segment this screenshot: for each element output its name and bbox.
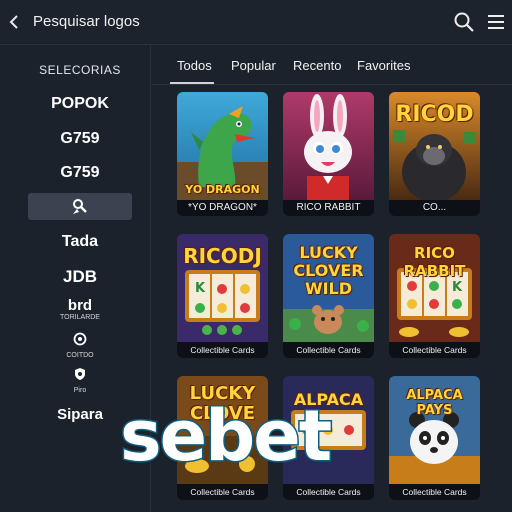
- search-icon[interactable]: [452, 10, 476, 34]
- coitdo-logo-subtext: COITDO: [66, 352, 94, 359]
- brand-watermark: sebet: [119, 394, 334, 479]
- svg-text:K: K: [195, 281, 206, 296]
- brd-logo-subtext: TORILARDE: [60, 314, 100, 321]
- piro-logo-subtext: Piro: [73, 387, 87, 394]
- alpaca-pays-art-title: ALPACA PAYS: [406, 388, 463, 418]
- art-title-line-3: WILD: [304, 279, 353, 298]
- tab-recento[interactable]: Recento: [293, 58, 341, 73]
- brd-logo-text: brd: [67, 297, 93, 314]
- svg-text:K: K: [452, 280, 463, 295]
- game-card-rico-rabbit-slot[interactable]: K RICO RABBIT Collectible Cards: [389, 234, 480, 358]
- art-title-line-2: CLOVER: [293, 261, 364, 280]
- sidebar-item-popok[interactable]: POPOK: [0, 95, 160, 113]
- art-title-line-1: LUCKY: [299, 243, 358, 262]
- sidebar-item-jdb[interactable]: JDB: [0, 267, 160, 287]
- gear-circle-icon: [73, 332, 87, 346]
- rico-rabbit-slot-art-title: RICO RABBIT: [403, 244, 466, 280]
- game-card-ricodj[interactable]: K RICODJ Collectible Cards: [177, 234, 268, 358]
- tab-todos[interactable]: Todos: [177, 58, 212, 73]
- card-label: Collectible Cards: [389, 342, 480, 358]
- card-label: *YO DRAGON*: [177, 200, 268, 216]
- hamburger-menu-icon[interactable]: [486, 12, 506, 32]
- ricodj-art-title: RICODJ: [183, 244, 262, 268]
- ricod-art-title: RICOD: [395, 102, 474, 127]
- tab-bar: Todos Popular Recento Favorites: [152, 45, 512, 85]
- tab-bar-divider: [152, 84, 512, 85]
- sidebar-item-tada[interactable]: Tada: [0, 233, 160, 251]
- page-title: Pesquisar logos: [33, 13, 140, 30]
- rico-rabbit-art: [283, 92, 374, 200]
- card-label: Collectible Cards: [283, 342, 374, 358]
- sidebar-heading: SELECORIAS: [39, 63, 121, 77]
- magnifier-figure-icon: [73, 199, 87, 214]
- sidebar-item-g759-2[interactable]: G759: [0, 164, 160, 182]
- card-label: CO...: [389, 200, 480, 216]
- shield-icon: [75, 368, 85, 380]
- lucky-clover-art-title: LUCKY CLOVER WILD: [283, 244, 374, 298]
- card-label: Collectible Cards: [177, 342, 268, 358]
- chevron-left-icon[interactable]: [6, 10, 22, 34]
- game-card-yo-dragon[interactable]: YO DRAGON *YO DRAGON*: [177, 92, 268, 216]
- sidebar-item-piro[interactable]: Piro: [0, 367, 160, 395]
- card-label: RICO RABBIT: [283, 200, 374, 216]
- top-bar: Pesquisar logos: [0, 0, 512, 45]
- sidebar-item-coitdo[interactable]: COITDO: [0, 332, 160, 360]
- game-card-ricod[interactable]: RICOD CO...: [389, 92, 480, 216]
- game-card-lucky-clover-wild[interactable]: LUCKY CLOVER WILD Collectible Cards: [283, 234, 374, 358]
- tab-favorites[interactable]: Favorites: [357, 58, 410, 73]
- yo-dragon-art-title: YO DRAGON: [185, 183, 260, 196]
- game-card-rico-rabbit[interactable]: RICO RABBIT: [283, 92, 374, 216]
- tab-popular[interactable]: Popular: [231, 58, 276, 73]
- sidebar-item-g759[interactable]: G759: [0, 130, 160, 148]
- card-label: Collectible Cards: [389, 484, 480, 500]
- sidebar-item-brd[interactable]: brd TORILARDE: [0, 298, 160, 322]
- sidebar-item-selected[interactable]: [28, 193, 132, 220]
- game-card-alpaca-pays[interactable]: ALPACA PAYS Collectible Cards: [389, 376, 480, 500]
